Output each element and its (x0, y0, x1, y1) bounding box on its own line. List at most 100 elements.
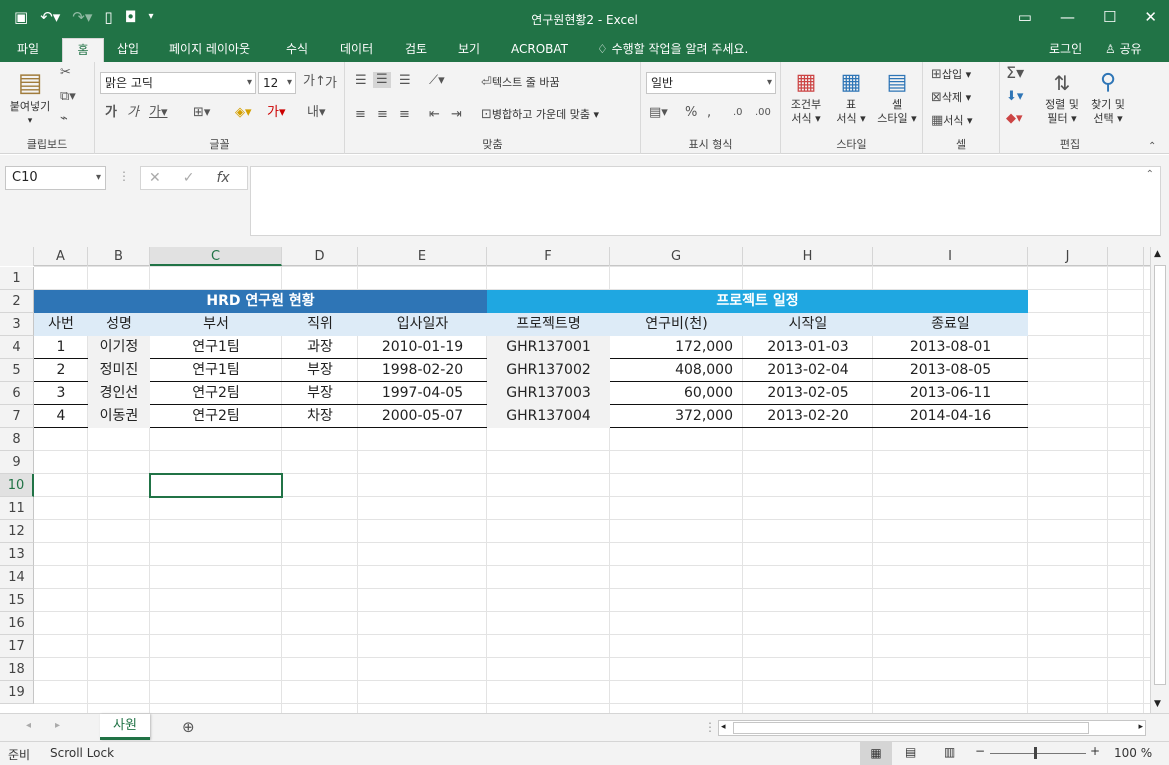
table-row-cell[interactable]: 408,000 (610, 359, 743, 382)
row-header[interactable]: 6 (0, 382, 34, 405)
table-header-cell[interactable]: 입사일자 (358, 313, 487, 336)
column-header[interactable]: C (150, 247, 282, 266)
copy-icon[interactable]: ⧉▾ (60, 90, 76, 104)
table-row-cell[interactable]: 연구2팀 (150, 405, 282, 428)
scroll-left-icon[interactable]: ◂ (721, 722, 726, 732)
table-row-cell[interactable]: 과장 (282, 336, 358, 359)
row-header[interactable]: 7 (0, 405, 34, 428)
row-header[interactable]: 15 (0, 589, 34, 612)
zoom-out-icon[interactable]: − (975, 744, 985, 758)
row-header[interactable]: 19 (0, 681, 34, 704)
column-header[interactable]: E (358, 247, 487, 266)
table-row-cell[interactable]: 이동권 (88, 405, 150, 428)
accounting-icon[interactable]: ▤▾ (649, 106, 668, 120)
zoom-level[interactable]: 100 % (1114, 746, 1152, 760)
align-top-icon[interactable]: ☰ (355, 74, 367, 88)
table-row-cell[interactable]: 2013-08-05 (873, 359, 1028, 382)
row-header[interactable]: 2 (0, 290, 34, 313)
select-all-corner[interactable] (0, 247, 34, 266)
table-row-cell[interactable]: 부장 (282, 382, 358, 405)
page-layout-view-icon[interactable]: ▤ (905, 745, 916, 759)
decrease-font-icon[interactable]: 가 (325, 77, 337, 91)
format-painter-icon[interactable]: ⌁ (60, 112, 68, 126)
collapse-formula-icon[interactable]: ⌃ (1146, 169, 1154, 180)
table-row-cell[interactable]: 4 (34, 405, 88, 428)
row-header[interactable]: 10 (0, 474, 34, 497)
table-header-cell[interactable]: 종료일 (873, 313, 1028, 336)
row-header[interactable]: 14 (0, 566, 34, 589)
increase-decimal-icon[interactable]: .0 (733, 106, 743, 120)
tell-me-search[interactable]: ♢ 수행할 작업을 알려 주세요. (588, 38, 757, 62)
name-box[interactable]: C10 (5, 166, 106, 190)
cut-icon[interactable]: ✂ (60, 66, 71, 80)
scroll-right-icon[interactable]: ▸ (1138, 722, 1143, 732)
conditional-formatting-button[interactable]: ▦ 조건부 서식 ▾ (786, 68, 826, 126)
delete-cells-button[interactable]: ⊠ 삭제 ▾ (931, 91, 971, 105)
vertical-scrollbar[interactable]: ▲ ▼ (1150, 247, 1169, 713)
minimize-icon[interactable]: — (1060, 8, 1075, 26)
table-row-cell[interactable]: 1998-02-20 (358, 359, 487, 382)
row-header[interactable]: 9 (0, 451, 34, 474)
table-row-cell[interactable]: GHR137001 (487, 336, 610, 359)
decrease-indent-icon[interactable]: ⇤ (429, 108, 440, 122)
column-header[interactable] (1108, 247, 1144, 266)
column-header[interactable]: F (487, 247, 610, 266)
increase-indent-icon[interactable]: ⇥ (451, 108, 462, 122)
insert-cells-button[interactable]: ⊞ 삽입 ▾ (931, 68, 971, 82)
borders-icon[interactable]: ⊞▾ (193, 106, 210, 120)
row-header[interactable]: 11 (0, 497, 34, 520)
row-header[interactable]: 17 (0, 635, 34, 658)
login-link[interactable]: 로그인 (1040, 38, 1091, 62)
table-header-cell[interactable]: 성명 (88, 313, 150, 336)
row-header[interactable]: 3 (0, 313, 34, 336)
row-header[interactable]: 1 (0, 267, 34, 290)
format-as-table-button[interactable]: ▦ 표 서식 ▾ (831, 68, 871, 126)
ribbon-display-icon[interactable]: ▭ (1018, 8, 1032, 26)
align-bottom-icon[interactable]: ☰ (399, 74, 411, 88)
column-header[interactable]: D (282, 247, 358, 266)
page-break-view-icon[interactable]: ▥ (944, 745, 955, 759)
row-header[interactable]: 4 (0, 336, 34, 359)
table-row-cell[interactable]: GHR137002 (487, 359, 610, 382)
table-row-cell[interactable]: 이기정 (88, 336, 150, 359)
find-select-button[interactable]: ⚲ 찾기 및 선택 ▾ (1086, 68, 1130, 126)
table-row-cell[interactable]: 연구1팀 (150, 336, 282, 359)
tab-review[interactable]: 검토 (396, 38, 436, 62)
paste-button[interactable]: ▤ 붙여넣기 ▾ (8, 66, 52, 128)
vertical-scroll-thumb[interactable] (1154, 265, 1166, 685)
format-cells-button[interactable]: ▦ 서식 ▾ (931, 114, 973, 128)
scroll-down-icon[interactable]: ▼ (1154, 699, 1161, 709)
font-size-dropdown[interactable]: 12 (258, 72, 296, 94)
clear-icon[interactable]: ◆▾ (1006, 112, 1023, 126)
table-header-cell[interactable]: 시작일 (743, 313, 873, 336)
zoom-slider-thumb[interactable] (1034, 747, 1037, 759)
table-header-cell[interactable]: 부서 (150, 313, 282, 336)
table-row-cell[interactable]: 2000-05-07 (358, 405, 487, 428)
font-color-icon[interactable]: 가▾ (267, 106, 286, 120)
align-center-icon[interactable]: ≡ (377, 108, 388, 122)
align-middle-icon[interactable]: ☰ (373, 72, 391, 88)
row-header[interactable]: 8 (0, 428, 34, 451)
bold-icon[interactable]: 가 (105, 106, 117, 120)
column-header[interactable]: J (1028, 247, 1108, 266)
increase-font-icon[interactable]: 가↑ (303, 75, 326, 89)
horizontal-scroll-thumb[interactable] (733, 722, 1089, 734)
percent-icon[interactable]: % (685, 106, 697, 120)
table-row-cell[interactable]: 1997-04-05 (358, 382, 487, 405)
table-header-cell[interactable]: 연구비(천) (610, 313, 743, 336)
comma-icon[interactable]: , (707, 106, 711, 120)
row-header[interactable]: 12 (0, 520, 34, 543)
column-header[interactable]: H (743, 247, 873, 266)
merge-center-button[interactable]: ⊡ 병합하고 가운데 맞춤 ▾ (481, 108, 599, 122)
fill-color-icon[interactable]: ◈▾ (235, 106, 252, 120)
number-format-dropdown[interactable]: 일반 (646, 72, 776, 94)
prev-sheet-icon[interactable]: ◂ (26, 720, 31, 731)
table-row-cell[interactable]: GHR137004 (487, 405, 610, 428)
table-header-cell[interactable]: 프로젝트명 (487, 313, 610, 336)
tab-insert[interactable]: 삽입 (108, 38, 148, 62)
zoom-in-icon[interactable]: + (1090, 744, 1100, 758)
column-header[interactable]: A (34, 247, 88, 266)
row-header[interactable]: 13 (0, 543, 34, 566)
sort-filter-button[interactable]: ⇅ 정렬 및 필터 ▾ (1040, 68, 1084, 126)
table-header-cell[interactable]: 직위 (282, 313, 358, 336)
